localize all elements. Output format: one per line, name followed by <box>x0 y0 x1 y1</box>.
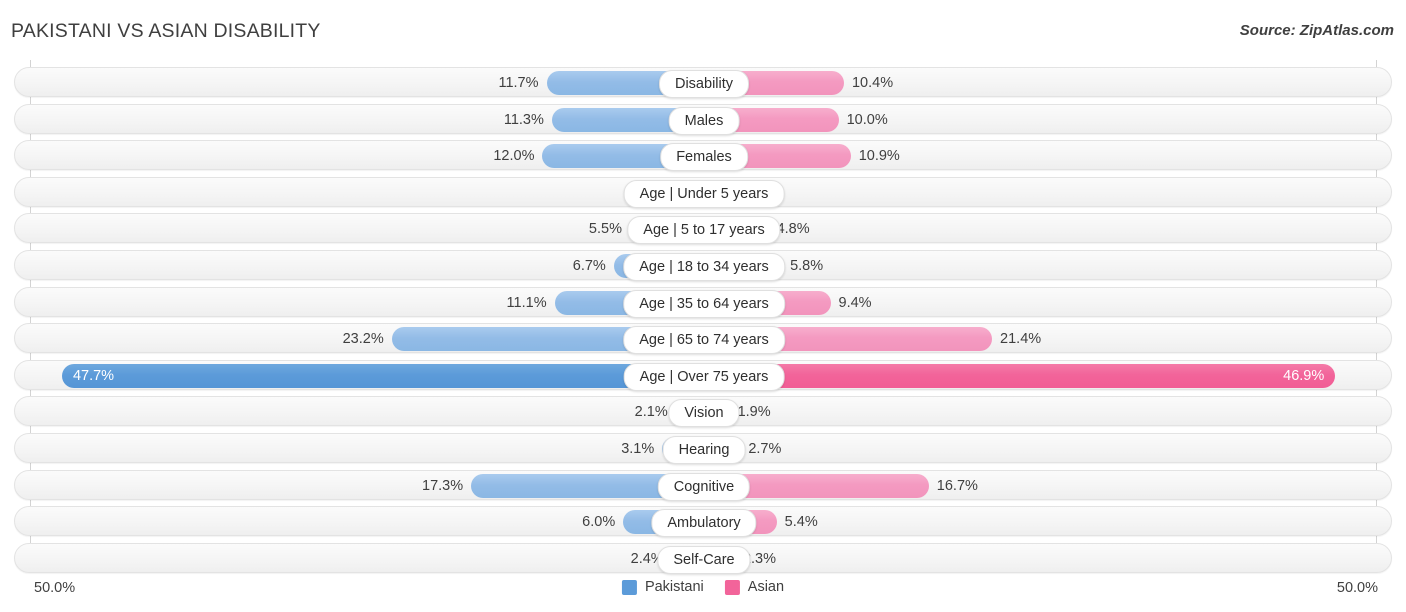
value-label-pakistani: 6.0% <box>582 514 616 531</box>
value-label-pakistani: 11.1% <box>506 294 547 311</box>
table-row[interactable]: 3.1% 2.7% Hearing <box>14 433 1392 464</box>
legend-item-asian[interactable]: Asian <box>724 579 785 595</box>
category-label[interactable]: Age | 5 to 17 years <box>627 216 781 245</box>
value-label-pakistani: 5.5% <box>588 221 622 238</box>
category-label[interactable]: Age | Under 5 years <box>623 179 785 208</box>
source-attribution: Source: ZipAtlas.com <box>1239 22 1394 39</box>
table-row[interactable]: 6.7% 5.8% Age | 18 to 34 years <box>14 250 1392 281</box>
value-label-pakistani: 2.4% <box>630 550 664 567</box>
page-title: PAKISTANI VS ASIAN DISABILITY <box>11 20 321 42</box>
category-label[interactable]: Age | 35 to 64 years <box>623 289 785 318</box>
category-label[interactable]: Females <box>660 143 748 172</box>
table-row[interactable]: 47.7% 46.9% Age | Over 75 years <box>14 359 1392 391</box>
value-label-asian: 10.9% <box>858 148 900 165</box>
axis-label-left: 50.0% <box>34 580 76 596</box>
table-row[interactable]: 11.1% 9.4% Age | 35 to 64 years <box>14 286 1392 318</box>
value-label-asian: 2.3% <box>742 550 777 567</box>
value-label-asian: 16.7% <box>936 477 978 494</box>
value-label-pakistani: 6.7% <box>572 258 606 274</box>
category-label[interactable]: Self-Care <box>657 545 751 574</box>
table-row[interactable]: 1.3%1.1%Age | Under 5 years <box>14 176 1392 208</box>
value-label-asian: 5.8% <box>790 258 824 274</box>
category-label[interactable]: Vision <box>668 399 740 428</box>
value-label-asian: 5.4% <box>784 514 818 531</box>
value-label-pakistani: 17.3% <box>422 477 464 494</box>
axis-label-right: 50.0% <box>1336 580 1378 596</box>
bar-asian <box>704 363 1336 388</box>
legend-swatch-icon-pakistani <box>621 579 637 595</box>
category-label[interactable]: Age | 65 to 74 years <box>623 326 785 355</box>
table-row[interactable]: 5.5% 4.8% Age | 5 to 17 years <box>14 213 1392 245</box>
value-label-pakistani: 3.1% <box>621 441 655 457</box>
table-row[interactable]: 23.2% 21.4% Age | 65 to 74 years <box>14 323 1392 355</box>
value-label-asian: 10.4% <box>851 75 894 91</box>
category-label[interactable]: Age | 18 to 34 years <box>623 253 785 281</box>
legend-label-asian: Asian <box>747 579 785 595</box>
value-label-asian: 2.7% <box>748 441 782 457</box>
value-label-pakistani: 23.2% <box>342 331 384 348</box>
legend-item-pakistani[interactable]: Pakistani <box>621 579 704 595</box>
legend-label-pakistani: Pakistani <box>644 579 704 595</box>
diverging-bar-chart: 11.7% 10.4% Disability 11.3% 10.0% Males 12.0%… <box>0 60 1406 574</box>
table-row[interactable]: 6.0% 5.4% Ambulatory <box>14 506 1392 538</box>
legend-swatch-icon-asian <box>724 579 740 595</box>
value-label-asian: 4.8% <box>776 221 810 238</box>
category-label[interactable]: Age | Over 75 years <box>623 362 785 391</box>
bar-pakistani <box>61 363 704 388</box>
table-row[interactable]: 17.3% 16.7% Cognitive <box>14 469 1392 501</box>
value-label-asian: 46.9% <box>1283 367 1325 384</box>
table-row[interactable]: 12.0% 10.9% Females <box>14 140 1392 172</box>
table-row[interactable]: 11.7% 10.4% Disability <box>14 67 1392 98</box>
value-label-pakistani: 47.7% <box>72 367 115 384</box>
value-label-pakistani: 12.0% <box>493 148 535 165</box>
category-label[interactable]: Cognitive <box>657 472 751 501</box>
chart-header: PAKISTANI VS ASIAN DISABILITY Source: Zi… <box>0 0 1406 58</box>
chart-footer: 50.0% 50.0% Pakistani Asian <box>0 572 1406 612</box>
table-row[interactable]: 2.4% 2.3% Self-Care <box>14 542 1392 574</box>
value-label-pakistani: 2.1% <box>634 404 668 421</box>
value-label-asian: 21.4% <box>1000 331 1042 348</box>
value-label-asian: 1.9% <box>737 404 771 421</box>
chart-legend: Pakistani Asian <box>621 579 785 595</box>
value-label-pakistani: 11.3% <box>503 111 544 128</box>
value-label-asian: 9.4% <box>838 294 872 311</box>
table-row[interactable]: 11.3% 10.0% Males <box>14 103 1392 135</box>
table-row[interactable]: 2.1% 1.9% Vision <box>14 396 1392 428</box>
category-label[interactable]: Disability <box>658 70 750 98</box>
category-label[interactable]: Ambulatory <box>651 509 757 538</box>
category-label[interactable]: Hearing <box>662 436 746 464</box>
category-label[interactable]: Males <box>668 106 740 135</box>
value-label-pakistani: 11.7% <box>498 75 539 91</box>
value-label-asian: 10.0% <box>846 111 888 128</box>
